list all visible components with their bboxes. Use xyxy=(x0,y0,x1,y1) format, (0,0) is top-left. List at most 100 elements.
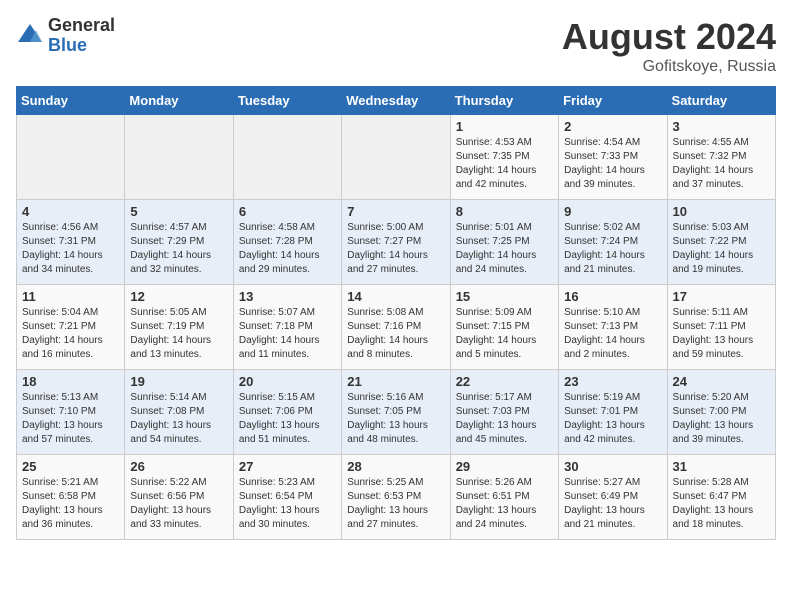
cell-content: Sunrise: 5:21 AMSunset: 6:58 PMDaylight:… xyxy=(22,476,119,532)
day-number: 27 xyxy=(239,459,336,474)
cell-content: Sunrise: 5:09 AMSunset: 7:15 PMDaylight:… xyxy=(456,306,553,362)
cell-content: Sunrise: 5:15 AMSunset: 7:06 PMDaylight:… xyxy=(239,391,336,447)
day-number: 13 xyxy=(239,289,336,304)
logo-general-label: General xyxy=(48,16,115,36)
calendar-header-row: SundayMondayTuesdayWednesdayThursdayFrid… xyxy=(17,87,776,115)
calendar-week-row: 1Sunrise: 4:53 AMSunset: 7:35 PMDaylight… xyxy=(17,115,776,200)
cell-content: Sunrise: 4:57 AMSunset: 7:29 PMDaylight:… xyxy=(130,221,227,277)
calendar-cell: 22 Sunrise: 5:17 AMSunset: 7:03 PMDayligh… xyxy=(450,370,558,455)
day-number: 3 xyxy=(673,119,770,134)
calendar-cell: 25 Sunrise: 5:21 AMSunset: 6:58 PMDayligh… xyxy=(17,455,125,540)
day-number: 21 xyxy=(347,374,444,389)
weekday-header-friday: Friday xyxy=(559,87,667,115)
page-header: General Blue August 2024 Gofitskoye, Rus… xyxy=(16,16,776,76)
calendar-cell xyxy=(125,115,233,200)
logo-blue-label: Blue xyxy=(48,36,115,56)
cell-content: Sunrise: 5:17 AMSunset: 7:03 PMDaylight:… xyxy=(456,391,553,447)
cell-content: Sunrise: 4:56 AMSunset: 7:31 PMDaylight:… xyxy=(22,221,119,277)
day-number: 11 xyxy=(22,289,119,304)
title-block: August 2024 Gofitskoye, Russia xyxy=(562,16,776,76)
calendar-cell: 6 Sunrise: 4:58 AMSunset: 7:28 PMDaylight… xyxy=(233,200,341,285)
cell-content: Sunrise: 5:05 AMSunset: 7:19 PMDaylight:… xyxy=(130,306,227,362)
calendar-cell: 12 Sunrise: 5:05 AMSunset: 7:19 PMDayligh… xyxy=(125,285,233,370)
calendar-week-row: 11 Sunrise: 5:04 AMSunset: 7:21 PMDayligh… xyxy=(17,285,776,370)
calendar-cell: 17Sunrise: 5:11 AMSunset: 7:11 PMDayligh… xyxy=(667,285,775,370)
day-number: 22 xyxy=(456,374,553,389)
calendar-cell: 14Sunrise: 5:08 AMSunset: 7:16 PMDayligh… xyxy=(342,285,450,370)
cell-content: Sunrise: 5:28 AMSunset: 6:47 PMDaylight:… xyxy=(673,476,770,532)
calendar-cell: 9 Sunrise: 5:02 AMSunset: 7:24 PMDaylight… xyxy=(559,200,667,285)
cell-content: Sunrise: 4:58 AMSunset: 7:28 PMDaylight:… xyxy=(239,221,336,277)
day-number: 23 xyxy=(564,374,661,389)
day-number: 12 xyxy=(130,289,227,304)
calendar-cell: 16 Sunrise: 5:10 AMSunset: 7:13 PMDayligh… xyxy=(559,285,667,370)
calendar-table: SundayMondayTuesdayWednesdayThursdayFrid… xyxy=(16,86,776,540)
cell-content: Sunrise: 5:26 AMSunset: 6:51 PMDaylight:… xyxy=(456,476,553,532)
cell-content: Sunrise: 5:20 AMSunset: 7:00 PMDaylight:… xyxy=(673,391,770,447)
cell-content: Sunrise: 5:01 AMSunset: 7:25 PMDaylight:… xyxy=(456,221,553,277)
weekday-header-sunday: Sunday xyxy=(17,87,125,115)
weekday-header-saturday: Saturday xyxy=(667,87,775,115)
calendar-cell: 29 Sunrise: 5:26 AMSunset: 6:51 PMDayligh… xyxy=(450,455,558,540)
calendar-cell: 18 Sunrise: 5:13 AMSunset: 7:10 PMDayligh… xyxy=(17,370,125,455)
cell-content: Sunrise: 4:55 AMSunset: 7:32 PMDaylight:… xyxy=(673,136,770,192)
calendar-cell: 24Sunrise: 5:20 AMSunset: 7:00 PMDayligh… xyxy=(667,370,775,455)
cell-content: Sunrise: 5:04 AMSunset: 7:21 PMDaylight:… xyxy=(22,306,119,362)
calendar-cell: 28Sunrise: 5:25 AMSunset: 6:53 PMDayligh… xyxy=(342,455,450,540)
cell-content: Sunrise: 5:22 AMSunset: 6:56 PMDaylight:… xyxy=(130,476,227,532)
calendar-cell: 26 Sunrise: 5:22 AMSunset: 6:56 PMDayligh… xyxy=(125,455,233,540)
day-number: 19 xyxy=(130,374,227,389)
cell-content: Sunrise: 5:07 AMSunset: 7:18 PMDaylight:… xyxy=(239,306,336,362)
cell-content: Sunrise: 5:10 AMSunset: 7:13 PMDaylight:… xyxy=(564,306,661,362)
day-number: 26 xyxy=(130,459,227,474)
calendar-cell xyxy=(233,115,341,200)
calendar-cell: 15Sunrise: 5:09 AMSunset: 7:15 PMDayligh… xyxy=(450,285,558,370)
day-number: 16 xyxy=(564,289,661,304)
cell-content: Sunrise: 5:13 AMSunset: 7:10 PMDaylight:… xyxy=(22,391,119,447)
cell-content: Sunrise: 5:25 AMSunset: 6:53 PMDaylight:… xyxy=(347,476,444,532)
weekday-header-monday: Monday xyxy=(125,87,233,115)
calendar-cell: 19Sunrise: 5:14 AMSunset: 7:08 PMDayligh… xyxy=(125,370,233,455)
calendar-cell: 27 Sunrise: 5:23 AMSunset: 6:54 PMDayligh… xyxy=(233,455,341,540)
calendar-cell: 8 Sunrise: 5:01 AMSunset: 7:25 PMDaylight… xyxy=(450,200,558,285)
day-number: 8 xyxy=(456,204,553,219)
calendar-week-row: 4 Sunrise: 4:56 AMSunset: 7:31 PMDaylight… xyxy=(17,200,776,285)
cell-content: Sunrise: 5:08 AMSunset: 7:16 PMDaylight:… xyxy=(347,306,444,362)
cell-content: Sunrise: 5:11 AMSunset: 7:11 PMDaylight:… xyxy=(673,306,770,362)
day-number: 18 xyxy=(22,374,119,389)
calendar-cell: 21Sunrise: 5:16 AMSunset: 7:05 PMDayligh… xyxy=(342,370,450,455)
calendar-cell: 23 Sunrise: 5:19 AMSunset: 7:01 PMDayligh… xyxy=(559,370,667,455)
cell-content: Sunrise: 5:27 AMSunset: 6:49 PMDaylight:… xyxy=(564,476,661,532)
calendar-cell: 5 Sunrise: 4:57 AMSunset: 7:29 PMDaylight… xyxy=(125,200,233,285)
calendar-cell: 2 Sunrise: 4:54 AMSunset: 7:33 PMDaylight… xyxy=(559,115,667,200)
day-number: 20 xyxy=(239,374,336,389)
cell-content: Sunrise: 5:03 AMSunset: 7:22 PMDaylight:… xyxy=(673,221,770,277)
calendar-cell: 10Sunrise: 5:03 AMSunset: 7:22 PMDayligh… xyxy=(667,200,775,285)
cell-content: Sunrise: 4:54 AMSunset: 7:33 PMDaylight:… xyxy=(564,136,661,192)
weekday-header-tuesday: Tuesday xyxy=(233,87,341,115)
calendar-cell: 11 Sunrise: 5:04 AMSunset: 7:21 PMDayligh… xyxy=(17,285,125,370)
day-number: 4 xyxy=(22,204,119,219)
month-year-title: August 2024 xyxy=(562,16,776,58)
location-label: Gofitskoye, Russia xyxy=(562,58,776,76)
calendar-cell: 31Sunrise: 5:28 AMSunset: 6:47 PMDayligh… xyxy=(667,455,775,540)
calendar-cell: 3 Sunrise: 4:55 AMSunset: 7:32 PMDaylight… xyxy=(667,115,775,200)
logo-text: General Blue xyxy=(48,16,115,56)
calendar-cell: 30 Sunrise: 5:27 AMSunset: 6:49 PMDayligh… xyxy=(559,455,667,540)
calendar-week-row: 18 Sunrise: 5:13 AMSunset: 7:10 PMDayligh… xyxy=(17,370,776,455)
cell-content: Sunrise: 5:23 AMSunset: 6:54 PMDaylight:… xyxy=(239,476,336,532)
day-number: 5 xyxy=(130,204,227,219)
day-number: 7 xyxy=(347,204,444,219)
day-number: 25 xyxy=(22,459,119,474)
day-number: 6 xyxy=(239,204,336,219)
logo: General Blue xyxy=(16,16,115,56)
calendar-cell: 7Sunrise: 5:00 AMSunset: 7:27 PMDaylight… xyxy=(342,200,450,285)
weekday-header-thursday: Thursday xyxy=(450,87,558,115)
cell-content: Sunrise: 5:19 AMSunset: 7:01 PMDaylight:… xyxy=(564,391,661,447)
day-number: 2 xyxy=(564,119,661,134)
day-number: 9 xyxy=(564,204,661,219)
calendar-cell: 20 Sunrise: 5:15 AMSunset: 7:06 PMDayligh… xyxy=(233,370,341,455)
day-number: 30 xyxy=(564,459,661,474)
cell-content: Sunrise: 5:02 AMSunset: 7:24 PMDaylight:… xyxy=(564,221,661,277)
day-number: 29 xyxy=(456,459,553,474)
